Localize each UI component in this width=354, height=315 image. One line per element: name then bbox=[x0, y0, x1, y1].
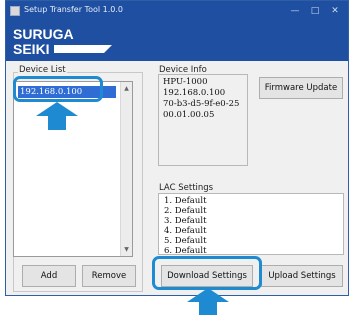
app-window: Setup Transfer Tool 1.0.0 — □ ✕ SURUGA S… bbox=[5, 0, 349, 296]
arrow-up-icon bbox=[187, 288, 229, 315]
lac-settings-item: 2. Default bbox=[164, 206, 207, 216]
device-list-scrollbar[interactable]: ▲ ▼ bbox=[120, 82, 132, 256]
device-firmware-version: 00.01.00.05 bbox=[163, 110, 215, 120]
device-mac: 70-b3-d5-9f-e0-25 bbox=[163, 99, 240, 109]
lac-settings-item: 1. Default bbox=[164, 196, 207, 206]
device-item-highlight bbox=[13, 76, 103, 102]
lac-settings-item: 4. Default bbox=[164, 226, 207, 236]
brand-line2: SEIKI bbox=[13, 41, 50, 57]
upload-settings-button[interactable]: Upload Settings bbox=[261, 265, 343, 287]
maximize-icon[interactable]: □ bbox=[308, 4, 322, 18]
scroll-down-icon[interactable]: ▼ bbox=[121, 244, 132, 255]
close-icon[interactable]: ✕ bbox=[328, 4, 342, 18]
logo-swoosh bbox=[54, 45, 112, 53]
firmware-update-button[interactable]: Firmware Update bbox=[259, 77, 343, 99]
brand-logo: SURUGA SEIKI bbox=[13, 26, 112, 57]
download-button-highlight bbox=[152, 256, 262, 290]
brand-line1: SURUGA bbox=[13, 26, 74, 42]
lac-settings-list[interactable]: 1. Default 2. Default 3. Default 4. Defa… bbox=[158, 193, 344, 255]
lac-settings-item: 3. Default bbox=[164, 216, 207, 226]
remove-button[interactable]: Remove bbox=[82, 265, 136, 287]
lac-settings-item: 6. Default bbox=[164, 246, 207, 255]
device-list-label: Device List bbox=[18, 65, 67, 75]
scroll-up-icon[interactable]: ▲ bbox=[121, 83, 132, 94]
title-bar: Setup Transfer Tool 1.0.0 — □ ✕ bbox=[6, 1, 348, 23]
lac-settings-label: LAC Settings bbox=[159, 183, 214, 193]
brand-banner: SURUGA SEIKI bbox=[6, 23, 348, 61]
device-ip: 192.168.0.100 bbox=[163, 88, 226, 98]
lac-settings-item: 5. Default bbox=[164, 236, 207, 246]
add-button[interactable]: Add bbox=[22, 265, 76, 287]
minimize-icon[interactable]: — bbox=[288, 4, 302, 18]
device-model: HPU-1000 bbox=[163, 77, 208, 87]
app-icon bbox=[10, 6, 20, 16]
device-info-box: HPU-1000 192.168.0.100 70-b3-d5-9f-e0-25… bbox=[158, 74, 248, 166]
arrow-up-icon bbox=[36, 102, 78, 130]
window-title: Setup Transfer Tool 1.0.0 bbox=[24, 5, 123, 14]
